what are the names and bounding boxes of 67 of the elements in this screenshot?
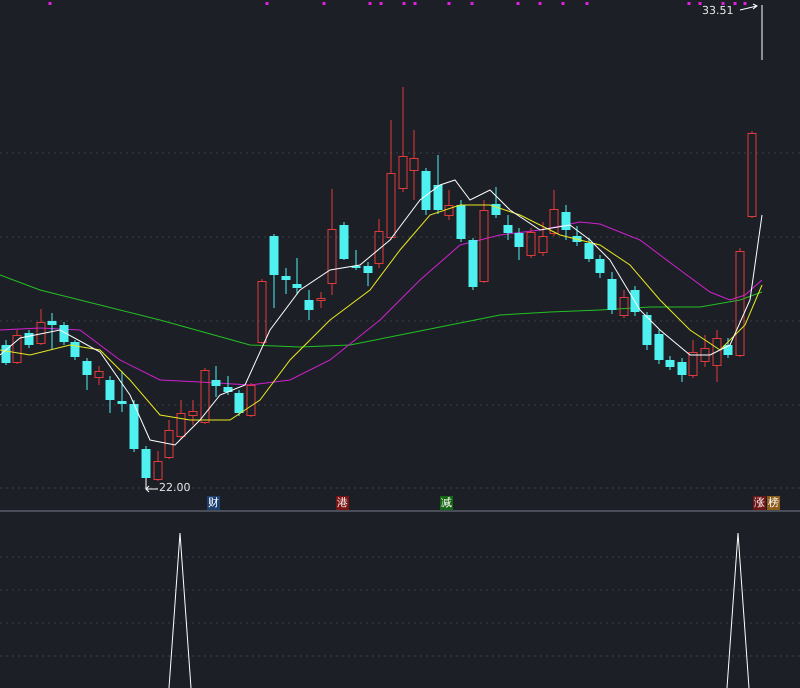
candlestick [316,292,326,308]
candlestick [212,366,220,398]
candlestick [176,400,186,439]
event-tag: 港 [336,496,349,510]
high-pointer-icon [740,4,762,60]
candlestick [200,368,210,424]
candlestick [688,340,698,378]
candlestick [572,226,582,246]
candlestick [456,200,466,242]
candlestick [444,190,454,220]
candlestick [94,366,104,385]
candlestick [142,446,150,478]
event-tag: 涨 [753,496,766,510]
candlestick [654,330,664,364]
candlestick [434,154,442,214]
candlestick [246,383,256,417]
candlestick [620,290,628,318]
candlestick [642,312,652,350]
candlestick [130,400,138,452]
candlestick [234,390,244,416]
candlestick [700,335,710,367]
low-price-label: 22.00 [159,481,190,495]
candlestick [562,204,570,240]
candlestick [550,190,558,236]
candlestick [188,400,198,425]
candlestick [70,340,80,360]
candlestick [538,222,548,256]
candlestick [514,228,524,260]
candlestick [48,312,56,350]
candlestick [608,272,616,314]
candlestick [106,376,114,414]
candlestick [60,322,68,346]
candlestick [340,222,348,260]
candlestick [678,358,686,382]
candlestick [666,356,674,370]
candlestick [584,238,594,262]
candlestick [630,286,640,316]
candlestick [374,219,384,268]
candlestick [258,279,266,344]
candlestick [24,330,34,348]
candlestick [410,130,418,200]
candlestick [36,309,46,345]
event-tag: 减 [440,496,453,510]
candlestick [282,268,290,294]
candlestick [12,330,22,364]
candlestick [118,370,126,412]
candlestick [304,290,314,320]
candlestick [422,168,430,216]
candlestick [724,338,732,358]
candlestick [712,330,722,382]
candlestick [352,250,360,270]
high-price-label: 33.51 [702,4,734,18]
candlestick [504,214,512,240]
event-tag: 榜 [767,496,780,510]
candlestick [2,340,10,366]
candlestick [468,238,478,290]
low-pointer-icon [145,478,158,492]
candlestick [596,254,604,278]
event-tag: 财 [207,496,220,510]
candlestick [164,420,174,459]
candlestick [364,262,372,286]
candlestick [224,376,232,396]
candlestick [492,186,500,218]
candlestick [154,451,162,481]
candlestick [292,258,302,294]
candlestick [82,358,92,390]
candlestick [526,228,536,258]
